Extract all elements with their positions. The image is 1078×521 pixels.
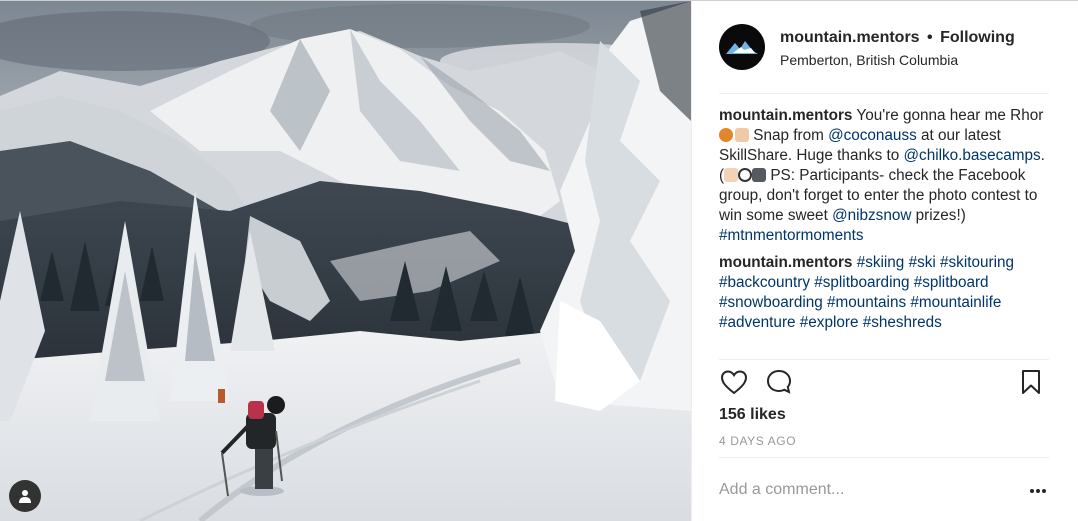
instagram-post: mountain.mentors • Following Pemberton, … bbox=[0, 0, 1078, 521]
header-separator: • bbox=[927, 29, 933, 46]
bookmark-icon[interactable] bbox=[1016, 367, 1046, 397]
hashtag-link[interactable]: #snowboarding bbox=[719, 294, 823, 311]
hashtag-link[interactable]: #ski bbox=[909, 254, 936, 271]
mountain-logo-icon bbox=[726, 41, 758, 54]
heart-icon[interactable] bbox=[719, 367, 749, 397]
hashtag-link[interactable]: #splitboarding bbox=[814, 274, 909, 291]
post-author-line: mountain.mentors • Following bbox=[780, 29, 1015, 47]
camera-flash-emoji-icon bbox=[752, 168, 767, 182]
tagged-people-icon[interactable] bbox=[9, 480, 41, 512]
following-button[interactable]: Following bbox=[940, 29, 1015, 46]
comment: mountain.mentors #skiing #ski #skitourin… bbox=[719, 253, 1054, 333]
add-comment-input[interactable] bbox=[719, 477, 1009, 503]
likes-count[interactable]: 156 likes bbox=[719, 406, 786, 424]
mention-link[interactable]: @coconauss bbox=[828, 127, 917, 144]
post-sidebar: mountain.mentors • Following Pemberton, … bbox=[691, 1, 1078, 521]
avatar[interactable] bbox=[719, 24, 765, 70]
hashtag-link[interactable]: #mountainlife bbox=[910, 294, 1001, 311]
input-divider bbox=[719, 457, 1049, 458]
comment-username[interactable]: mountain.mentors bbox=[719, 254, 852, 271]
comment-bubble-icon[interactable] bbox=[764, 367, 794, 397]
post-location[interactable]: Pemberton, British Columbia bbox=[780, 52, 958, 68]
hashtag-link[interactable]: #explore bbox=[800, 314, 859, 331]
caption-text: You're gonna hear me Rhor bbox=[852, 107, 1044, 124]
comments-list: mountain.mentors You're gonna hear me Rh… bbox=[719, 106, 1054, 340]
post-timestamp[interactable]: 4 DAYS AGO bbox=[719, 434, 796, 448]
more-options-icon[interactable] bbox=[1028, 481, 1048, 501]
mountain-scene-image bbox=[0, 1, 691, 521]
hashtag-link[interactable]: #mtnmentormoments bbox=[719, 227, 864, 244]
caption-username[interactable]: mountain.mentors bbox=[719, 107, 852, 124]
lion-emoji-icon bbox=[719, 128, 733, 142]
hashtag-link[interactable]: #backcountry bbox=[719, 274, 810, 291]
post-actions bbox=[719, 367, 1049, 399]
comments-divider bbox=[719, 359, 1049, 360]
raised-hands-emoji-icon bbox=[724, 168, 739, 182]
post-author-username[interactable]: mountain.mentors bbox=[780, 29, 920, 46]
caption: mountain.mentors You're gonna hear me Rh… bbox=[719, 106, 1054, 246]
caption-text: prizes!) bbox=[911, 207, 966, 224]
post-photo[interactable] bbox=[0, 1, 691, 521]
hashtag-link[interactable]: #splitboard bbox=[914, 274, 989, 291]
hashtag-link[interactable]: #skiing bbox=[857, 254, 905, 271]
eyes-emoji-icon bbox=[738, 168, 753, 182]
ok-hand-emoji-icon bbox=[735, 128, 749, 142]
hashtag-link[interactable]: #skitouring bbox=[940, 254, 1014, 271]
post-header: mountain.mentors • Following Pemberton, … bbox=[692, 1, 1078, 93]
hashtag-link[interactable]: #sheshreds bbox=[863, 314, 942, 331]
hashtag-link[interactable]: #mountains bbox=[827, 294, 906, 311]
caption-text: Snap from bbox=[749, 127, 829, 144]
header-divider bbox=[719, 93, 1049, 94]
mention-link[interactable]: @chilko.basecamps bbox=[904, 147, 1041, 164]
mention-link[interactable]: @nibzsnow bbox=[832, 207, 911, 224]
hashtag-link[interactable]: #adventure bbox=[719, 314, 796, 331]
